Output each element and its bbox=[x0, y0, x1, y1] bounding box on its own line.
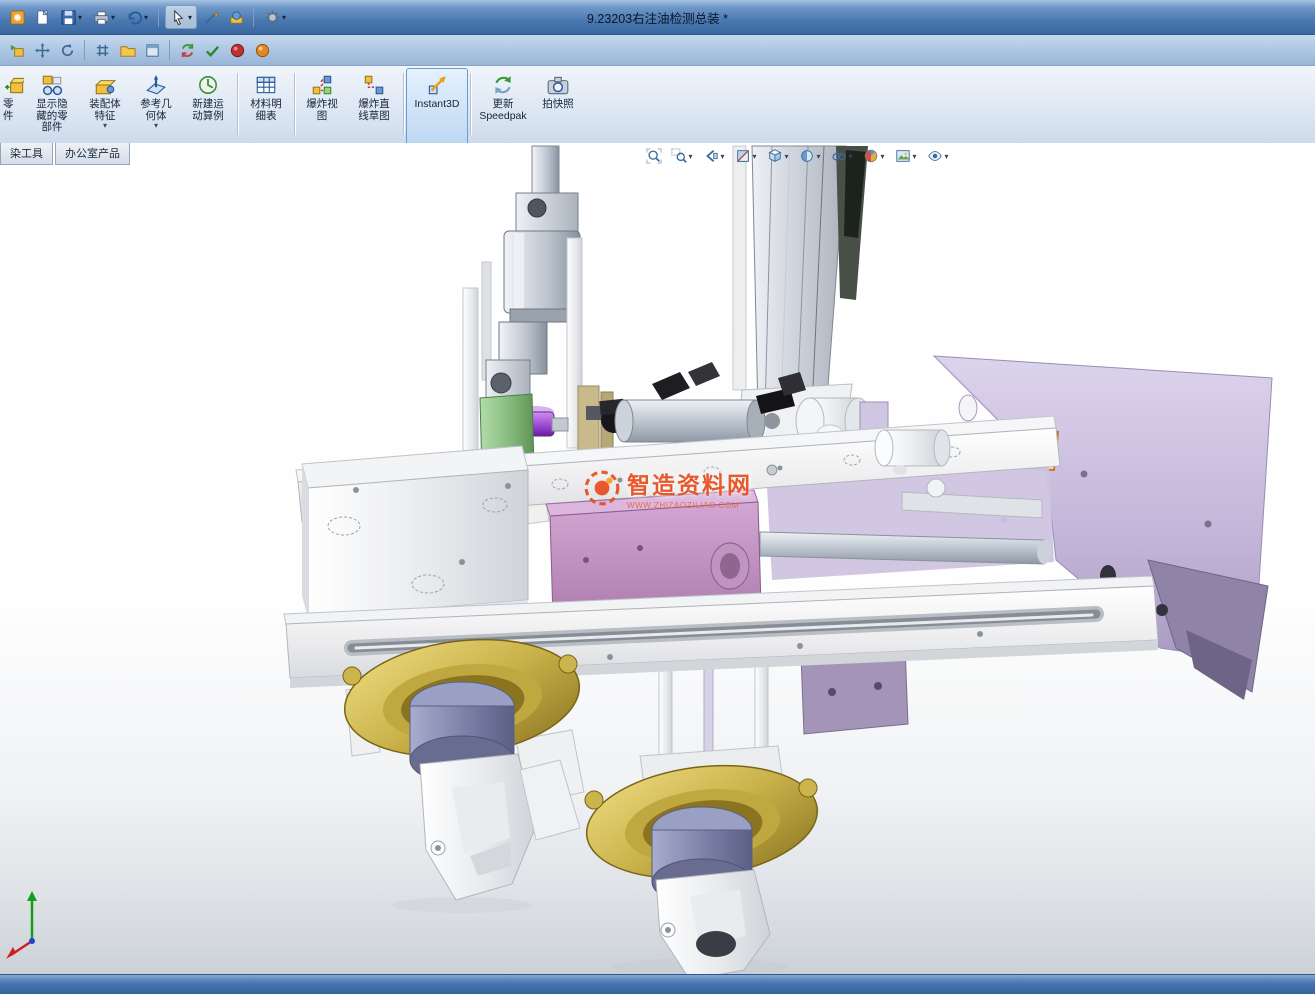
toolbar-separator bbox=[158, 7, 159, 27]
menu-toolbar bbox=[0, 35, 1315, 66]
title-bar: 9.23203右注油检测总装 * bbox=[0, 0, 1315, 35]
explode-sketch-button[interactable]: 爆炸直线草图 bbox=[347, 68, 401, 146]
display-style-icon[interactable] bbox=[795, 145, 825, 167]
button-label: 爆炸视图 bbox=[306, 99, 338, 122]
zoom-fit-icon[interactable] bbox=[643, 145, 665, 167]
dropdown-arrow-icon[interactable]: ▾ bbox=[103, 122, 107, 129]
show-hidden-icon bbox=[40, 73, 64, 97]
open-folder-icon[interactable] bbox=[116, 39, 138, 61]
watermark-brand: 智造资料网 bbox=[627, 466, 752, 500]
undo-icon[interactable] bbox=[122, 6, 152, 28]
instant3d-button[interactable]: Instant3D bbox=[406, 68, 468, 146]
button-label: 新建运动算例 bbox=[192, 99, 224, 122]
explode-sketch-icon bbox=[362, 73, 386, 97]
button-label: 参考几何体 bbox=[140, 99, 172, 122]
assembly-features-icon bbox=[93, 73, 117, 97]
toolbar-separator bbox=[84, 40, 85, 60]
reference-geometry-icon bbox=[144, 73, 168, 97]
toolbar-separator bbox=[253, 7, 254, 27]
toolbar-separator bbox=[470, 73, 471, 135]
solidworks-window: 9.23203右注油检测总装 * 零件显示隐藏的零部件装配体特征▾参考几何体▾新… bbox=[0, 0, 1315, 994]
move-component-icon[interactable] bbox=[31, 39, 53, 61]
command-tab-1[interactable]: 办公室产品 bbox=[55, 143, 130, 165]
sketch-entities-icon[interactable] bbox=[200, 6, 222, 28]
snapshot-button[interactable]: 拍快照 bbox=[533, 68, 583, 146]
snapshot-icon bbox=[546, 73, 570, 97]
hide-show-items-icon[interactable] bbox=[827, 145, 857, 167]
previous-view-icon[interactable] bbox=[699, 145, 729, 167]
toolbar-separator bbox=[294, 73, 295, 135]
print-icon[interactable] bbox=[89, 6, 119, 28]
section-view-icon[interactable] bbox=[731, 145, 761, 167]
quick-access-toolbar bbox=[6, 5, 290, 29]
instant3d-icon bbox=[425, 73, 449, 97]
button-label: 材料明细表 bbox=[250, 99, 282, 122]
motion-study-icon bbox=[196, 73, 220, 97]
button-label: 爆炸直线草图 bbox=[358, 99, 390, 122]
button-label: Instant3D bbox=[415, 99, 460, 111]
show-hidden-button[interactable]: 显示隐藏的零部件 bbox=[25, 68, 79, 146]
left-carriage-part[interactable] bbox=[302, 446, 528, 630]
bom-button[interactable]: 材料明细表 bbox=[240, 68, 292, 146]
update-speedpak-icon bbox=[491, 73, 515, 97]
insert-component-icon bbox=[3, 73, 25, 97]
guide-rail-part[interactable] bbox=[733, 146, 868, 438]
clamp-right-part[interactable] bbox=[520, 746, 824, 975]
update-speedpak-button[interactable]: 更新Speedpak bbox=[473, 68, 533, 146]
assembly-begin-icon[interactable] bbox=[6, 39, 28, 61]
rebuild-icon[interactable] bbox=[176, 39, 198, 61]
options-icon[interactable] bbox=[260, 6, 290, 28]
toolbar-separator bbox=[169, 40, 170, 60]
toolbar-separator bbox=[403, 73, 404, 135]
smart-dimension-icon[interactable] bbox=[91, 39, 113, 61]
heads-up-view-toolbar bbox=[643, 145, 953, 167]
dropdown-arrow-icon[interactable]: ▾ bbox=[154, 122, 158, 129]
graphics-area[interactable]: 染工具 办公室产品 bbox=[0, 143, 1315, 975]
button-label: 零件 bbox=[3, 99, 14, 122]
watermark-logo-icon bbox=[583, 469, 621, 507]
button-label: 显示隐藏的零部件 bbox=[36, 99, 68, 134]
exploded-view-button[interactable]: 爆炸视图 bbox=[297, 68, 347, 146]
command-tabs: 染工具 办公室产品 bbox=[0, 143, 132, 165]
assembly-features-button[interactable]: 装配体特征▾ bbox=[79, 68, 131, 146]
zoom-area-icon[interactable] bbox=[667, 145, 697, 167]
watermark-subtext: WWW.ZHIZAOZILIAO.COM bbox=[627, 501, 752, 510]
orientation-triad bbox=[2, 883, 62, 971]
command-tab-0[interactable]: 染工具 bbox=[0, 143, 53, 165]
reference-geometry-button[interactable]: 参考几何体▾ bbox=[131, 68, 181, 146]
button-label: 装配体特征 bbox=[89, 99, 121, 122]
new-document-icon[interactable] bbox=[31, 6, 53, 28]
command-manager: 零件显示隐藏的零部件装配体特征▾参考几何体▾新建运动算例材料明细表爆炸视图爆炸直… bbox=[0, 66, 1315, 149]
bom-icon bbox=[254, 73, 278, 97]
toolbar-separator bbox=[237, 73, 238, 135]
render-preview-icon[interactable] bbox=[226, 39, 248, 61]
features-icon[interactable] bbox=[225, 6, 247, 28]
tab-label: 染工具 bbox=[10, 148, 43, 160]
window-icon[interactable] bbox=[141, 39, 163, 61]
insert-component-button[interactable]: 零件 bbox=[0, 68, 25, 146]
rotate-component-icon[interactable] bbox=[56, 39, 78, 61]
button-label: 更新Speedpak bbox=[479, 99, 526, 122]
save-icon[interactable] bbox=[56, 6, 86, 28]
edit-appearance-icon[interactable] bbox=[859, 145, 889, 167]
render-final-icon[interactable] bbox=[251, 39, 273, 61]
assembly-model[interactable] bbox=[0, 143, 1315, 975]
apply-scene-icon[interactable] bbox=[891, 145, 921, 167]
tab-label: 办公室产品 bbox=[65, 148, 120, 160]
select-arrow-icon[interactable] bbox=[165, 5, 197, 29]
app-logo-icon[interactable] bbox=[6, 6, 28, 28]
view-settings-icon[interactable] bbox=[923, 145, 953, 167]
status-bar bbox=[0, 974, 1315, 994]
motion-study-button[interactable]: 新建运动算例 bbox=[181, 68, 235, 146]
button-label: 拍快照 bbox=[542, 99, 574, 111]
view-orientation-icon[interactable] bbox=[763, 145, 793, 167]
check-icon[interactable] bbox=[201, 39, 223, 61]
exploded-view-icon bbox=[310, 73, 334, 97]
watermark: 智造资料网 WWW.ZHIZAOZILIAO.COM bbox=[583, 466, 752, 510]
